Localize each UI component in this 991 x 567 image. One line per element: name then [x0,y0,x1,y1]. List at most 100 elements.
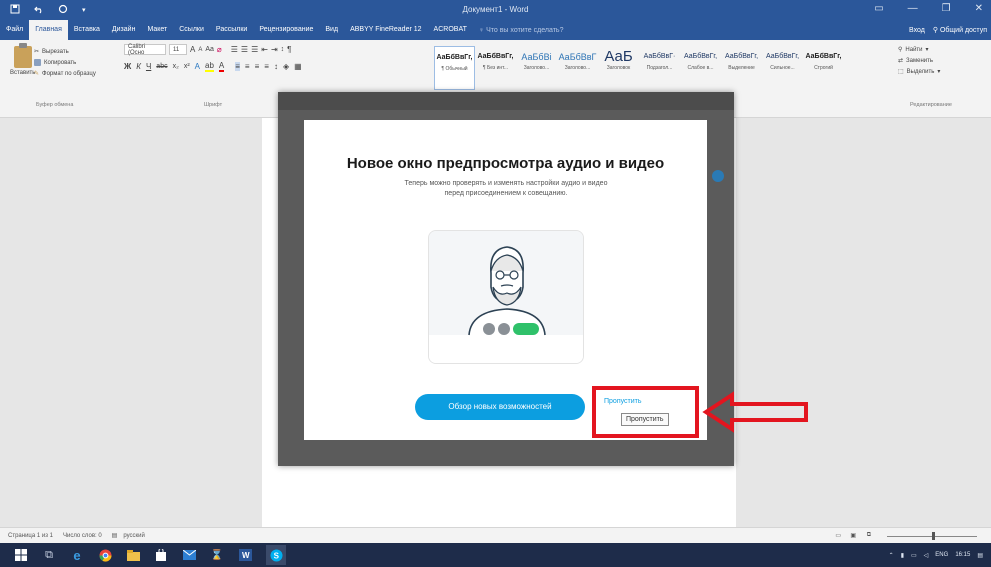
subscript-icon[interactable]: x₂ [173,63,179,70]
borders-icon[interactable]: ▦ [294,62,302,71]
modal-subtitle: Теперь можно проверять и изменять настро… [404,180,608,197]
mail-icon[interactable] [182,548,196,562]
windows-start-icon[interactable] [14,548,28,562]
tab-6[interactable]: Рассылки [210,20,253,40]
style-name: Выделение [728,65,755,71]
align-left-icon[interactable]: ≡ [235,62,240,71]
word-count[interactable]: Число слов: 0 [63,533,102,539]
edge-icon[interactable]: e [70,548,84,563]
justify-icon[interactable]: ≡ [264,62,269,71]
text-effects-icon[interactable]: A [195,62,200,71]
clock[interactable]: 16:15 [955,552,970,558]
decrease-indent-icon[interactable]: ⇤ [261,45,268,54]
share-button[interactable]: ⚲ Общий доступ [933,26,987,34]
modal-title: Новое окно предпросмотра аудио и видео [346,155,665,172]
style-item[interactable]: АаБбВвГг, ¶ Обычный [434,46,475,90]
style-item[interactable]: АаБбВвГ Заголово... [557,46,598,90]
volume-icon[interactable]: ◁ [924,552,929,559]
ribbon-display-icon[interactable]: ▭ [874,3,883,14]
tell-me-input[interactable]: ♀ Что вы хотите сделать? [473,27,564,34]
bold-button[interactable]: Ж [124,62,131,71]
pilcrow-icon[interactable]: ¶ [287,45,291,54]
highlight-box [592,386,699,438]
skype-icon[interactable]: S [266,545,286,565]
web-layout-icon[interactable]: ⧉ [867,532,871,539]
shrink-font-icon[interactable]: A [198,47,202,53]
style-item[interactable]: АаБбВвГг, Сильное... [762,46,803,90]
chrome-icon[interactable] [98,548,112,562]
network-icon[interactable]: ▮ [901,552,904,559]
style-item[interactable]: АаБбВвГг, Выделение [721,46,762,90]
restore-icon[interactable]: ❐ [942,3,951,14]
chevron-up-icon[interactable]: ⌃ [889,552,894,559]
style-sample: АаБбВвГг, [765,53,800,60]
language-indicator[interactable]: русский [123,533,145,539]
font-color-icon[interactable]: A [218,61,225,72]
sign-in-link[interactable]: Вход [909,27,925,34]
app-icon[interactable]: ⌛ [210,548,224,562]
proofing-icon[interactable]: ▤ [112,532,118,539]
tab-10[interactable]: ACROBAT [428,20,473,40]
style-item[interactable]: АаБ Заголовок [598,46,639,90]
style-sample: АаБ [604,48,633,65]
replace-button[interactable]: ⇄ Заменить [898,55,988,66]
font-size-select[interactable]: 11 [169,44,187,55]
format-painter-button[interactable]: ✎ Формат по образцу [34,68,96,79]
multilevel-list-icon[interactable]: ☰ [251,45,258,54]
style-name: Заголово... [523,65,550,71]
tab-5[interactable]: Ссылки [173,20,210,40]
underline-button[interactable]: Ч [146,62,151,71]
superscript-icon[interactable]: x² [184,63,190,70]
tab-9[interactable]: ABBYY FineReader 12 [344,20,427,40]
tab-8[interactable]: Вид [319,20,344,40]
find-button[interactable]: ⚲ Найти ▾ [898,44,988,55]
font-name-select[interactable]: Calibri (Осно [124,44,166,56]
style-item[interactable]: АаБбВвГг, Строгий [803,46,844,90]
tab-1[interactable]: Главная [29,20,68,40]
notifications-icon[interactable]: ▤ [977,552,983,559]
word-icon[interactable]: W [238,548,252,562]
style-item[interactable]: АаБбВвГ· Подзагол... [639,46,680,90]
find-icon: ⚲ [898,47,903,53]
paste-button[interactable]: Вставить [10,43,35,76]
tab-4[interactable]: Макет [141,20,173,40]
style-item[interactable]: АаБбВвГг, ¶ Без инт... [475,46,516,90]
print-layout-icon[interactable]: ▣ [850,532,856,539]
language-indicator-tray[interactable]: ENG [935,552,948,558]
line-spacing-icon[interactable]: ↕ [274,62,278,71]
battery-icon[interactable]: ▭ [911,552,917,559]
increase-indent-icon[interactable]: ⇥ [271,45,278,54]
read-mode-icon[interactable]: ▭ [835,532,841,539]
svg-text:S: S [273,551,279,560]
bullets-icon[interactable]: ☰ [231,45,238,54]
tab-0[interactable]: Файл [0,20,29,40]
align-center-icon[interactable]: ≡ [245,62,250,71]
align-right-icon[interactable]: ≡ [255,62,260,71]
grow-font-icon[interactable]: A [190,45,195,54]
change-case-icon[interactable]: Aa [205,46,214,53]
task-view-icon[interactable]: ⧉ [42,548,56,562]
sort-icon[interactable]: ↕ [281,46,285,53]
zoom-slider-thumb[interactable] [932,532,935,540]
strikethrough-icon[interactable]: abc [156,63,167,70]
minimize-icon[interactable]: — [908,3,918,14]
select-button[interactable]: ⬚ Выделить ▾ [898,66,988,77]
store-icon[interactable] [154,548,168,562]
clear-format-icon[interactable]: ⌀ [217,45,222,54]
tab-3[interactable]: Дизайн [106,20,142,40]
style-item[interactable]: АаБбВі Заголово... [516,46,557,90]
copy-button[interactable]: Копировать [34,57,96,68]
italic-button[interactable]: К [136,62,141,71]
cut-button[interactable]: ✂ Вырезать [34,46,96,57]
highlight-icon[interactable]: ab [205,61,214,72]
page-count[interactable]: Страница 1 из 1 [8,533,53,539]
tab-2[interactable]: Вставка [68,20,106,40]
style-item[interactable]: АаБбВвГг, Слабое в... [680,46,721,90]
explore-features-button[interactable]: Обзор новых возможностей [415,394,585,420]
tab-7[interactable]: Рецензирование [253,20,319,40]
file-explorer-icon[interactable] [126,548,140,562]
style-name: ¶ Без инт... [482,65,509,71]
numbering-icon[interactable]: ☰ [241,45,248,54]
shading-icon[interactable]: ◈ [283,62,289,71]
close-icon[interactable]: ✕ [975,3,983,14]
